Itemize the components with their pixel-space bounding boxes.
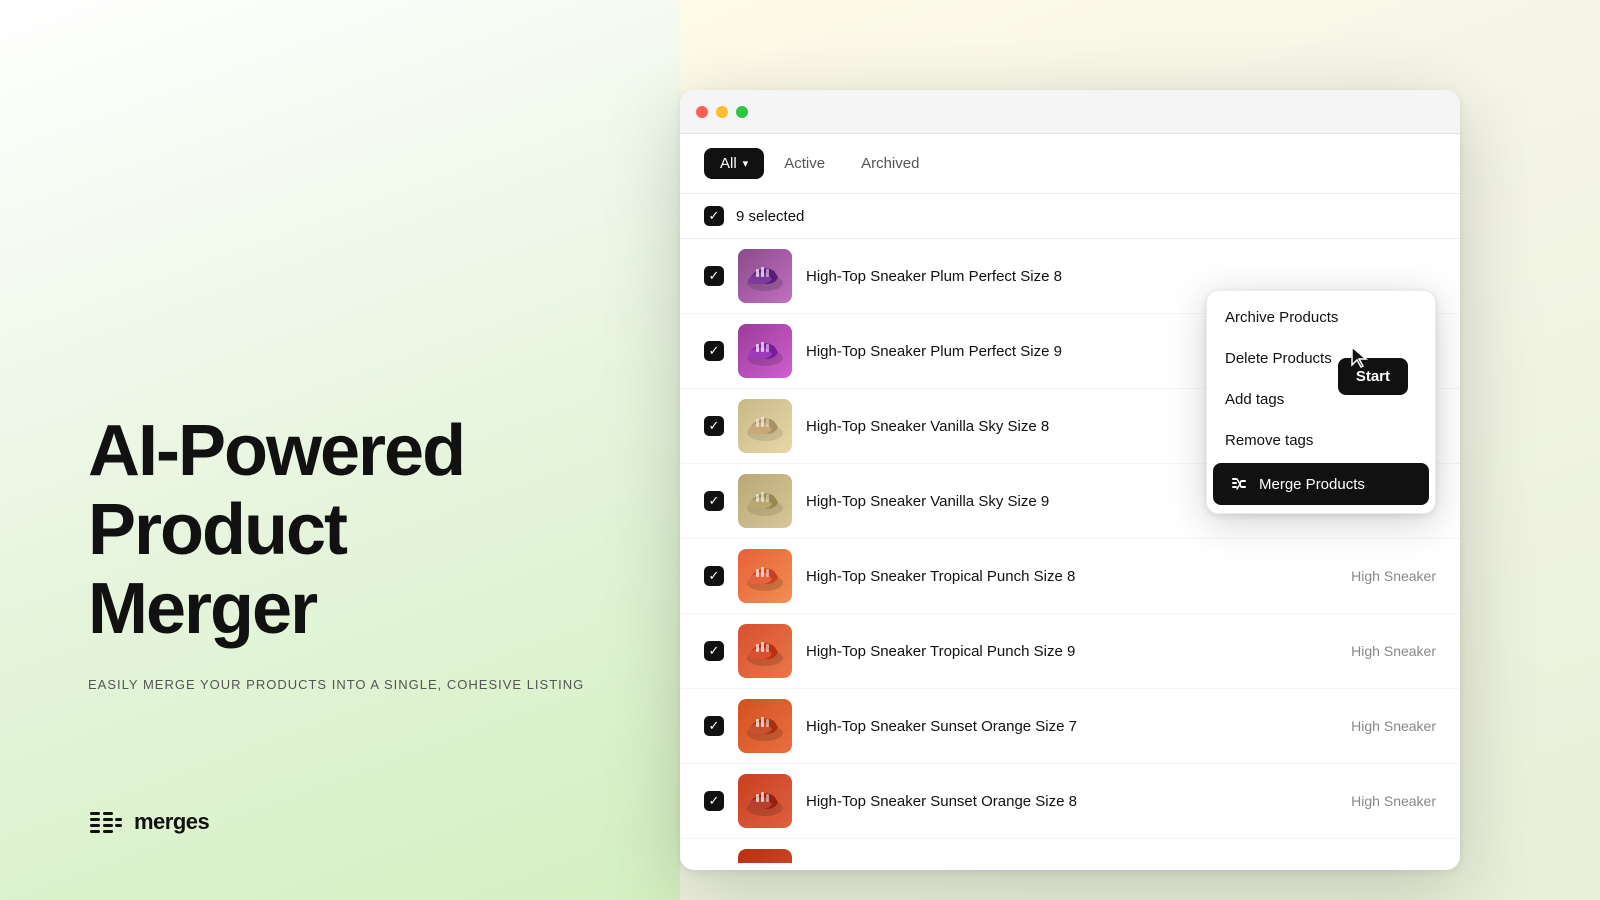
logo-text: merges [134, 809, 209, 835]
app-window: All ▾ Active Archived ✓ 9 selected ✓ [680, 90, 1460, 870]
product-type-7: High Sneaker [1316, 793, 1436, 809]
merges-logo-icon [88, 804, 124, 840]
checkmark-icon: ✓ [709, 643, 720, 659]
delete-label: Delete Products [1225, 350, 1332, 367]
filter-archived-button[interactable]: Archived [845, 148, 935, 179]
row-checkbox-3[interactable]: ✓ [704, 491, 724, 511]
merge-label: Merge Products [1259, 476, 1365, 493]
row-checkbox-4[interactable]: ✓ [704, 566, 724, 586]
product-type-4: High Sneaker [1316, 568, 1436, 584]
hero-subtitle: EASILY MERGE YOUR PRODUCTS INTO A SINGLE… [88, 677, 592, 692]
checkmark-icon: ✓ [709, 793, 720, 809]
checkmark-icon: ✓ [709, 718, 720, 734]
select-all-checkbox[interactable]: ✓ [704, 206, 724, 226]
checkmark-icon: ✓ [709, 343, 720, 359]
archive-label: Archive Products [1225, 309, 1338, 326]
table-row: ✓ High-Top Sneaker Sunset Orange Size 9 … [680, 839, 1460, 863]
logo-area: merges [88, 804, 592, 840]
table-row: ✓ High-Top Sneaker Sunset Orange Size 8 … [680, 764, 1460, 839]
start-label: Start [1356, 368, 1390, 385]
checkmark-icon: ✓ [709, 268, 720, 284]
product-name-7: High-Top Sneaker Sunset Orange Size 8 [806, 793, 1302, 810]
row-checkbox-6[interactable]: ✓ [704, 716, 724, 736]
chevron-down-icon: ▾ [743, 157, 749, 170]
product-image-5 [738, 624, 792, 678]
product-image-8 [738, 849, 792, 863]
context-menu: Archive Products Delete Products Add tag… [1206, 290, 1436, 514]
selection-count: 9 selected [736, 208, 804, 225]
context-menu-remove-tags[interactable]: Remove tags [1207, 420, 1435, 461]
table-row: ✓ High-Top Sneaker Tropical Punch Size 9… [680, 614, 1460, 689]
left-panel: AI-Powered Product Merger EASILY MERGE Y… [0, 0, 680, 900]
product-name-5: High-Top Sneaker Tropical Punch Size 9 [806, 643, 1302, 660]
product-name-6: High-Top Sneaker Sunset Orange Size 7 [806, 718, 1302, 735]
filter-all-button[interactable]: All ▾ [704, 148, 764, 179]
checkmark-icon: ✓ [709, 208, 720, 224]
selection-header: ✓ 9 selected [680, 194, 1460, 239]
product-image-3 [738, 474, 792, 528]
row-checkbox-2[interactable]: ✓ [704, 416, 724, 436]
add-tags-label: Add tags [1225, 391, 1284, 408]
context-menu-archive[interactable]: Archive Products [1207, 297, 1435, 338]
product-type-6: High Sneaker [1316, 718, 1436, 734]
start-tooltip: Start [1338, 358, 1408, 395]
checkmark-icon: ✓ [709, 493, 720, 509]
product-image-2 [738, 399, 792, 453]
checkmark-icon: ✓ [709, 568, 720, 584]
product-image-1 [738, 324, 792, 378]
row-checkbox-1[interactable]: ✓ [704, 341, 724, 361]
product-image-4 [738, 549, 792, 603]
row-checkbox-7[interactable]: ✓ [704, 791, 724, 811]
table-row: ✓ High-Top Sneaker Sunset Orange Size 7 … [680, 689, 1460, 764]
traffic-light-green[interactable] [736, 106, 748, 118]
traffic-light-red[interactable] [696, 106, 708, 118]
row-checkbox-0[interactable]: ✓ [704, 266, 724, 286]
product-image-6 [738, 699, 792, 753]
checkmark-icon: ✓ [709, 418, 720, 434]
context-menu-merge[interactable]: Merge Products [1213, 463, 1429, 505]
table-row: ✓ High-Top Sneaker Tropical Punch Size 8… [680, 539, 1460, 614]
product-name-0: High-Top Sneaker Plum Perfect Size 8 [806, 268, 1302, 285]
traffic-light-yellow[interactable] [716, 106, 728, 118]
merge-icon [1231, 475, 1249, 493]
remove-tags-label: Remove tags [1225, 432, 1313, 449]
product-name-4: High-Top Sneaker Tropical Punch Size 8 [806, 568, 1302, 585]
product-image-7 [738, 774, 792, 828]
product-image-0 [738, 249, 792, 303]
row-checkbox-5[interactable]: ✓ [704, 641, 724, 661]
hero-title: AI-Powered Product Merger [88, 412, 592, 650]
product-type-5: High Sneaker [1316, 643, 1436, 659]
filter-active-button[interactable]: Active [768, 148, 841, 179]
filter-bar: All ▾ Active Archived [680, 134, 1460, 194]
title-bar [680, 90, 1460, 134]
